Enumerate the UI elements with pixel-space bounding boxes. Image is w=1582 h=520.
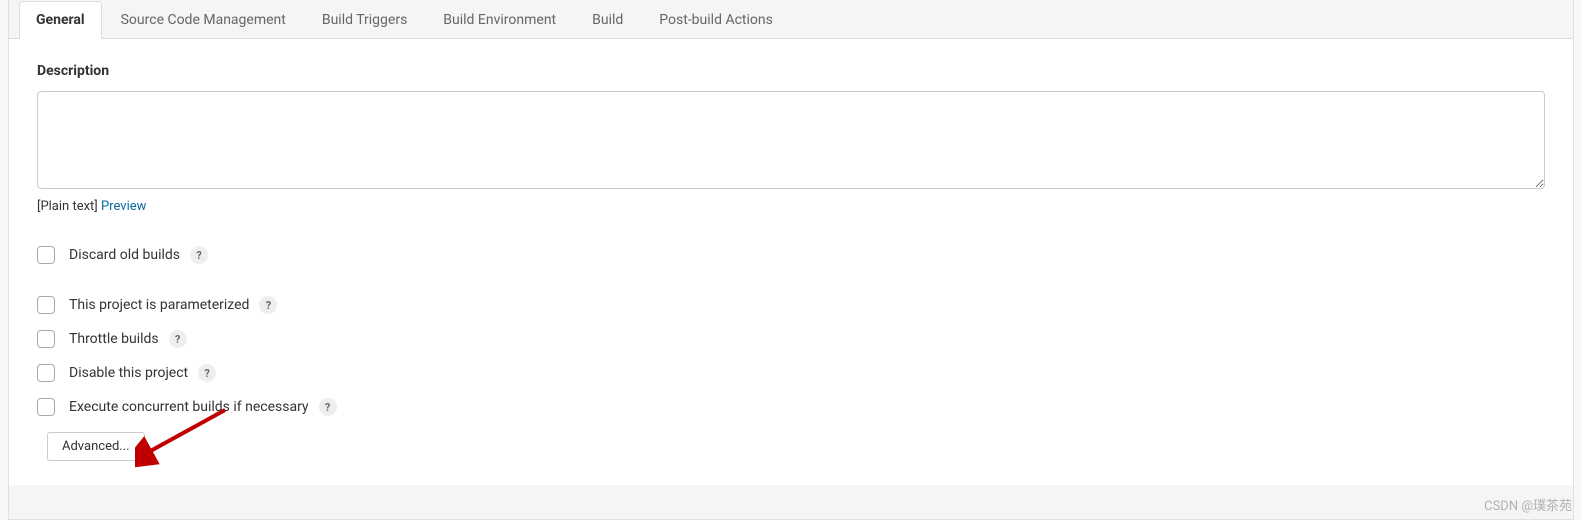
- config-tabs: General Source Code Management Build Tri…: [9, 0, 1573, 39]
- option-disable-project: Disable this project ?: [37, 364, 1545, 382]
- watermark: CSDN @璞茶苑: [1484, 495, 1572, 514]
- tab-content-general: Description [Plain text] Preview Discard…: [9, 39, 1573, 485]
- option-label: This project is parameterized: [69, 297, 249, 313]
- option-throttle-builds: Throttle builds ?: [37, 330, 1545, 348]
- checkbox-discard-old-builds[interactable]: [37, 246, 55, 264]
- plain-text-label: [Plain text]: [37, 199, 98, 214]
- checkbox-parameterized[interactable]: [37, 296, 55, 314]
- help-icon[interactable]: ?: [190, 246, 208, 264]
- option-discard-old-builds: Discard old builds ?: [37, 246, 1545, 264]
- help-icon[interactable]: ?: [198, 364, 216, 382]
- option-label: Throttle builds: [69, 331, 159, 347]
- description-label: Description: [37, 63, 1545, 79]
- option-label: Execute concurrent builds if necessary: [69, 399, 309, 415]
- description-preview-row: [Plain text] Preview: [37, 199, 1545, 214]
- tab-scm[interactable]: Source Code Management: [104, 1, 303, 39]
- option-label: Discard old builds: [69, 247, 180, 263]
- checkbox-concurrent-builds[interactable]: [37, 398, 55, 416]
- option-parameterized: This project is parameterized ?: [37, 296, 1545, 314]
- annotation-arrow-icon: [135, 408, 235, 468]
- checkbox-throttle-builds[interactable]: [37, 330, 55, 348]
- general-options: Discard old builds ? This project is par…: [37, 246, 1545, 461]
- help-icon[interactable]: ?: [319, 398, 337, 416]
- description-input[interactable]: [37, 91, 1545, 189]
- advanced-row: Advanced...: [47, 432, 1545, 461]
- checkbox-disable-project[interactable]: [37, 364, 55, 382]
- tab-build-triggers[interactable]: Build Triggers: [305, 1, 424, 39]
- tab-general[interactable]: General: [19, 1, 102, 39]
- option-label: Disable this project: [69, 365, 188, 381]
- advanced-button[interactable]: Advanced...: [47, 432, 145, 461]
- tab-post-build-actions[interactable]: Post-build Actions: [642, 1, 790, 39]
- preview-link[interactable]: Preview: [101, 199, 146, 214]
- help-icon[interactable]: ?: [169, 330, 187, 348]
- help-icon[interactable]: ?: [259, 296, 277, 314]
- tab-build-environment[interactable]: Build Environment: [426, 1, 573, 39]
- option-concurrent-builds: Execute concurrent builds if necessary ?: [37, 398, 1545, 416]
- tab-build[interactable]: Build: [575, 1, 640, 39]
